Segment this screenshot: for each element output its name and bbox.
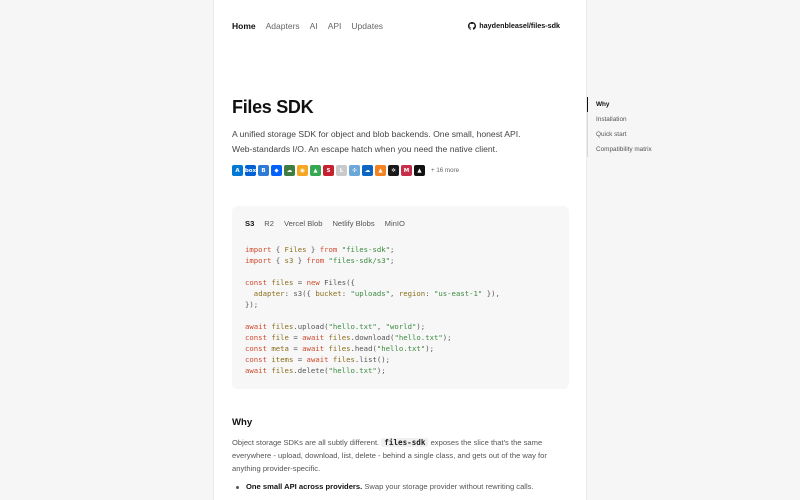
code-line: const meta = await files.head("hello.txt… — [245, 344, 434, 353]
toc-item-compatibility-matrix[interactable]: Compatibility matrix — [588, 142, 652, 157]
toc-item-quick-start[interactable]: Quick start — [588, 127, 652, 142]
digitalocean-icon: ✣ — [349, 165, 360, 176]
tab-netlify-blobs[interactable]: Netlify Blobs — [332, 219, 374, 228]
nav-adapters[interactable]: Adapters — [266, 21, 300, 31]
code-line: const files = new Files({ — [245, 278, 355, 287]
why-paragraph: Object storage SDKs are all subtly diffe… — [232, 436, 572, 475]
code-line: await files.delete("hello.txt"); — [245, 366, 386, 375]
why-bullet: One small API across providers. Swap you… — [236, 482, 534, 491]
why-text-1: Object storage SDKs are all subtly diffe… — [232, 438, 380, 447]
vercel-icon: ▲ — [414, 165, 425, 176]
code-tabs: S3 R2 Vercel Blob Netlify Blobs MinIO — [245, 219, 405, 228]
main-column: Home Adapters AI API Updates haydenbleas… — [213, 0, 587, 500]
backblaze-icon: B — [258, 165, 269, 176]
toc-item-why[interactable]: Why — [587, 97, 652, 112]
bunny-icon: ◉ — [297, 165, 308, 176]
bullet-dot-icon — [236, 485, 239, 489]
code-line: }); — [245, 300, 259, 309]
table-of-contents: Why Installation Quick start Compatibili… — [587, 97, 652, 157]
top-nav: Home Adapters AI API Updates — [232, 21, 383, 31]
inline-code: files-sdk — [381, 438, 429, 447]
tab-vercel-blob[interactable]: Vercel Blob — [284, 219, 322, 228]
github-icon — [468, 21, 477, 30]
nav-home[interactable]: Home — [232, 21, 256, 31]
github-repo-label: haydenbleasel/files-sdk — [479, 21, 560, 30]
aws-s3-icon: S — [323, 165, 334, 176]
code-line: await files.upload("hello.txt", "world")… — [245, 322, 426, 331]
linode-icon: L — [336, 165, 347, 176]
google-drive-icon: ▲ — [310, 165, 321, 176]
onedrive-icon: ☁ — [362, 165, 373, 176]
github-link[interactable]: haydenbleasel/files-sdk — [468, 21, 560, 30]
page-lede: A unified storage SDK for object and blo… — [232, 129, 521, 154]
nav-ai[interactable]: AI — [310, 21, 318, 31]
bullet-text: Swap your storage provider without rewri… — [364, 482, 534, 491]
minio-icon: M — [401, 165, 412, 176]
code-card: S3 R2 Vercel Blob Netlify Blobs MinIO im… — [232, 206, 569, 389]
more-providers-label: + 16 more — [431, 167, 460, 174]
tab-minio[interactable]: MinIO — [385, 219, 405, 228]
code-line: const file = await files.download("hello… — [245, 333, 452, 342]
cloudflare-icon: ☁ — [284, 165, 295, 176]
code-line: import { s3 } from "files-sdk/s3"; — [245, 256, 395, 265]
bullet-bold: One small API across providers. — [246, 482, 363, 491]
code-line: import { Files } from "files-sdk"; — [245, 245, 395, 254]
tab-s3[interactable]: S3 — [245, 219, 254, 228]
nav-updates[interactable]: Updates — [351, 21, 383, 31]
supabase-icon: ✲ — [388, 165, 399, 176]
code-line: adapter: s3({ bucket: "uploads", region:… — [253, 289, 500, 298]
tab-r2[interactable]: R2 — [264, 219, 274, 228]
why-heading: Why — [232, 417, 253, 428]
box-icon: box — [245, 165, 256, 176]
page-title: Files SDK — [232, 97, 314, 117]
code-block[interactable]: import { Files } from "files-sdk"; import… — [245, 244, 500, 376]
dropbox-icon: ◆ — [271, 165, 282, 176]
nav-api[interactable]: API — [328, 21, 342, 31]
firebase-icon: ▲ — [375, 165, 386, 176]
toc-item-installation[interactable]: Installation — [588, 112, 652, 127]
code-line: const items = await files.list(); — [245, 355, 391, 364]
azure-icon: A — [232, 165, 243, 176]
provider-logos: Abox B ◆ ☁ ◉ ▲ S L ✣ ☁ ▲ ✲ M ▲ + 16 more — [232, 165, 459, 176]
